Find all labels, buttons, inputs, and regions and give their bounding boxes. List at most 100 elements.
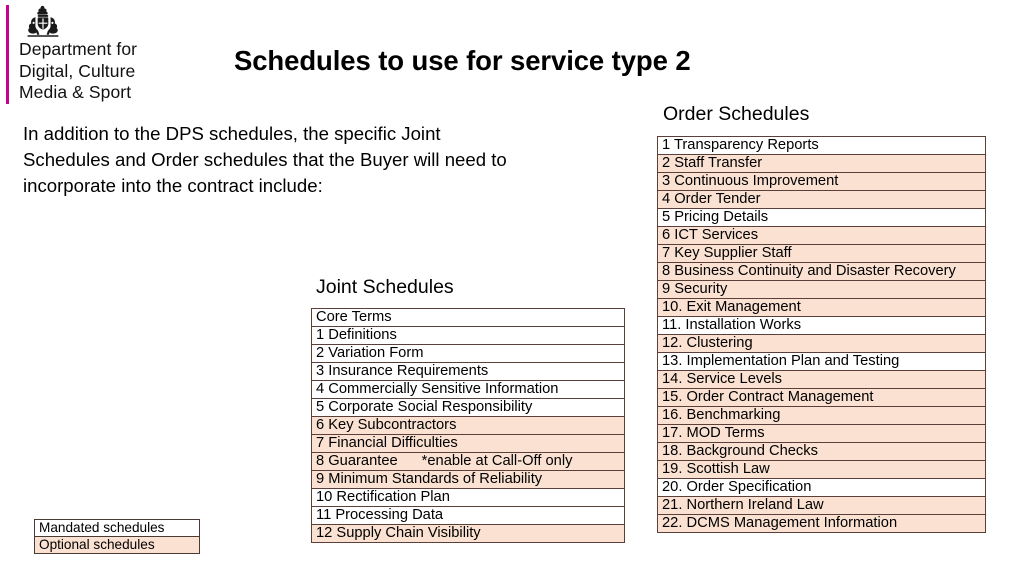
page-title: Schedules to use for service type 2 — [234, 45, 691, 76]
joint-schedules-table: Core Terms 1 Definitions 2 Variation Form 3… — [311, 308, 625, 543]
order-schedule-row: 14. Service Levels — [657, 370, 986, 389]
order-schedule-label: 21. Northern Ireland Law — [662, 497, 824, 514]
order-schedules-body: 1 Transparency Reports 2 Staff Transfer 3 … — [657, 136, 986, 533]
order-schedule-label: 3 Continuous Improvement — [662, 173, 839, 190]
order-schedule-cell: 5 Pricing Details — [657, 208, 986, 227]
order-schedule-row: 17. MOD Terms — [657, 424, 986, 443]
joint-schedule-cell: 11 Processing Data — [311, 506, 625, 525]
order-schedule-row: 3 Continuous Improvement — [657, 172, 986, 191]
order-schedule-row: 5 Pricing Details — [657, 208, 986, 227]
order-schedule-row: 6 ICT Services — [657, 226, 986, 245]
order-schedule-label: 22. DCMS Management Information — [662, 515, 898, 532]
joint-schedule-label: 2 Variation Form — [316, 345, 424, 362]
order-schedule-cell: 18. Background Checks — [657, 442, 986, 461]
joint-schedule-cell: 10 Rectification Plan — [311, 488, 625, 507]
order-schedule-label: 8 Business Continuity and Disaster Recov… — [662, 263, 956, 280]
order-schedule-cell: 14. Service Levels — [657, 370, 986, 389]
joint-schedule-row: 6 Key Subcontractors — [311, 416, 625, 435]
order-schedule-row: 16. Benchmarking — [657, 406, 986, 425]
order-schedule-cell: 17. MOD Terms — [657, 424, 986, 443]
joint-schedule-cell: 4 Commercially Sensitive Information — [311, 380, 625, 399]
joint-schedule-row: Core Terms — [311, 308, 625, 327]
order-schedule-label: 7 Key Supplier Staff — [662, 245, 792, 262]
joint-schedule-row: 4 Commercially Sensitive Information — [311, 380, 625, 399]
order-schedule-label: 2 Staff Transfer — [662, 155, 763, 172]
intro-paragraph: In addition to the DPS schedules, the sp… — [23, 123, 507, 196]
joint-schedules-body: Core Terms 1 Definitions 2 Variation Form 3… — [311, 308, 625, 543]
order-schedules-table: 1 Transparency Reports 2 Staff Transfer 3 … — [657, 136, 986, 533]
joint-schedule-row: 2 Variation Form — [311, 344, 625, 363]
joint-schedule-label: 3 Insurance Requirements — [316, 363, 489, 380]
order-schedule-label: 19. Scottish Law — [662, 461, 770, 478]
joint-schedule-row: 3 Insurance Requirements — [311, 362, 625, 381]
order-schedule-cell: 6 ICT Services — [657, 226, 986, 245]
order-schedule-label: 18. Background Checks — [662, 443, 818, 460]
order-schedule-row: 11. Installation Works — [657, 316, 986, 335]
order-schedule-row: 21. Northern Ireland Law — [657, 496, 986, 515]
joint-schedule-cell: 5 Corporate Social Responsibility — [311, 398, 625, 417]
order-schedule-cell: 10. Exit Management — [657, 298, 986, 317]
order-schedule-cell: 16. Benchmarking — [657, 406, 986, 425]
order-schedules-heading: Order Schedules — [663, 103, 810, 125]
order-schedule-cell: 15. Order Contract Management — [657, 388, 986, 407]
order-schedule-label: 5 Pricing Details — [662, 209, 769, 226]
legend-body: Mandated schedules Optional schedules — [34, 519, 200, 554]
order-schedule-row: 1 Transparency Reports — [657, 136, 986, 155]
order-schedule-row: 15. Order Contract Management — [657, 388, 986, 407]
order-schedule-cell: 19. Scottish Law — [657, 460, 986, 479]
order-schedule-cell: 1 Transparency Reports — [657, 136, 986, 155]
joint-schedule-label: 9 Minimum Standards of Reliability — [316, 471, 543, 488]
order-schedule-label: 6 ICT Services — [662, 227, 759, 244]
joint-schedule-cell: 7 Financial Difficulties — [311, 434, 625, 453]
order-schedule-row: 7 Key Supplier Staff — [657, 244, 986, 263]
joint-schedule-row: 9 Minimum Standards of Reliability — [311, 470, 625, 489]
order-schedule-cell: 21. Northern Ireland Law — [657, 496, 986, 515]
joint-schedule-row: 12 Supply Chain Visibility — [311, 524, 625, 543]
order-schedule-label: 20. Order Specification — [662, 479, 812, 496]
joint-schedule-row: 11 Processing Data — [311, 506, 625, 525]
joint-schedule-label: 8 Guarantee — [316, 453, 398, 470]
joint-schedule-cell: Core Terms — [311, 308, 625, 327]
dcms-logo: Department for Digital, Culture Media & … — [6, 5, 236, 105]
brand-accent-bar — [6, 5, 9, 104]
joint-schedule-row: 7 Financial Difficulties — [311, 434, 625, 453]
order-schedule-label: 16. Benchmarking — [662, 407, 781, 424]
order-schedule-cell: 22. DCMS Management Information — [657, 514, 986, 533]
legend: Mandated schedules Optional schedules — [34, 519, 200, 554]
joint-schedule-cell: 6 Key Subcontractors — [311, 416, 625, 435]
joint-schedule-cell: 2 Variation Form — [311, 344, 625, 363]
legend-item-label: Mandated schedules — [39, 520, 165, 535]
order-schedule-row: 18. Background Checks — [657, 442, 986, 461]
joint-schedule-label: Core Terms — [316, 309, 392, 326]
order-schedule-label: 14. Service Levels — [662, 371, 783, 388]
joint-schedule-cell: 3 Insurance Requirements — [311, 362, 625, 381]
order-schedule-row: 10. Exit Management — [657, 298, 986, 317]
order-schedule-row: 22. DCMS Management Information — [657, 514, 986, 533]
order-schedule-label: 12. Clustering — [662, 335, 753, 352]
joint-schedule-label: 6 Key Subcontractors — [316, 417, 457, 434]
department-name: Department for Digital, Culture Media & … — [19, 39, 137, 104]
order-schedule-label: 17. MOD Terms — [662, 425, 765, 442]
order-schedule-label: 9 Security — [662, 281, 728, 298]
joint-schedule-row: 8 Guarantee *enable at Call-Off only — [311, 452, 625, 471]
order-schedule-cell: 8 Business Continuity and Disaster Recov… — [657, 262, 986, 281]
joint-schedule-cell: 9 Minimum Standards of Reliability — [311, 470, 625, 489]
order-schedule-cell: 11. Installation Works — [657, 316, 986, 335]
logo-line-1: Department for — [19, 39, 138, 59]
order-schedule-cell: 4 Order Tender — [657, 190, 986, 209]
order-schedule-label: 15. Order Contract Management — [662, 389, 874, 406]
order-schedule-cell: 7 Key Supplier Staff — [657, 244, 986, 263]
order-schedule-row: 9 Security — [657, 280, 986, 299]
joint-schedule-label: 7 Financial Difficulties — [316, 435, 458, 452]
legend-item-row: Mandated schedules — [34, 519, 200, 537]
order-schedule-row: 4 Order Tender — [657, 190, 986, 209]
joint-schedule-label: 4 Commercially Sensitive Information — [316, 381, 559, 398]
joint-schedule-label: 5 Corporate Social Responsibility — [316, 399, 533, 416]
order-schedule-row: 20. Order Specification — [657, 478, 986, 497]
logo-line-3: Media & Sport — [19, 82, 132, 102]
joint-schedule-cell: 8 Guarantee *enable at Call-Off only — [311, 452, 625, 471]
order-schedule-cell: 9 Security — [657, 280, 986, 299]
joint-schedule-cell: 1 Definitions — [311, 326, 625, 345]
legend-item-row: Optional schedules — [34, 536, 200, 554]
order-schedule-label: 4 Order Tender — [662, 191, 761, 208]
